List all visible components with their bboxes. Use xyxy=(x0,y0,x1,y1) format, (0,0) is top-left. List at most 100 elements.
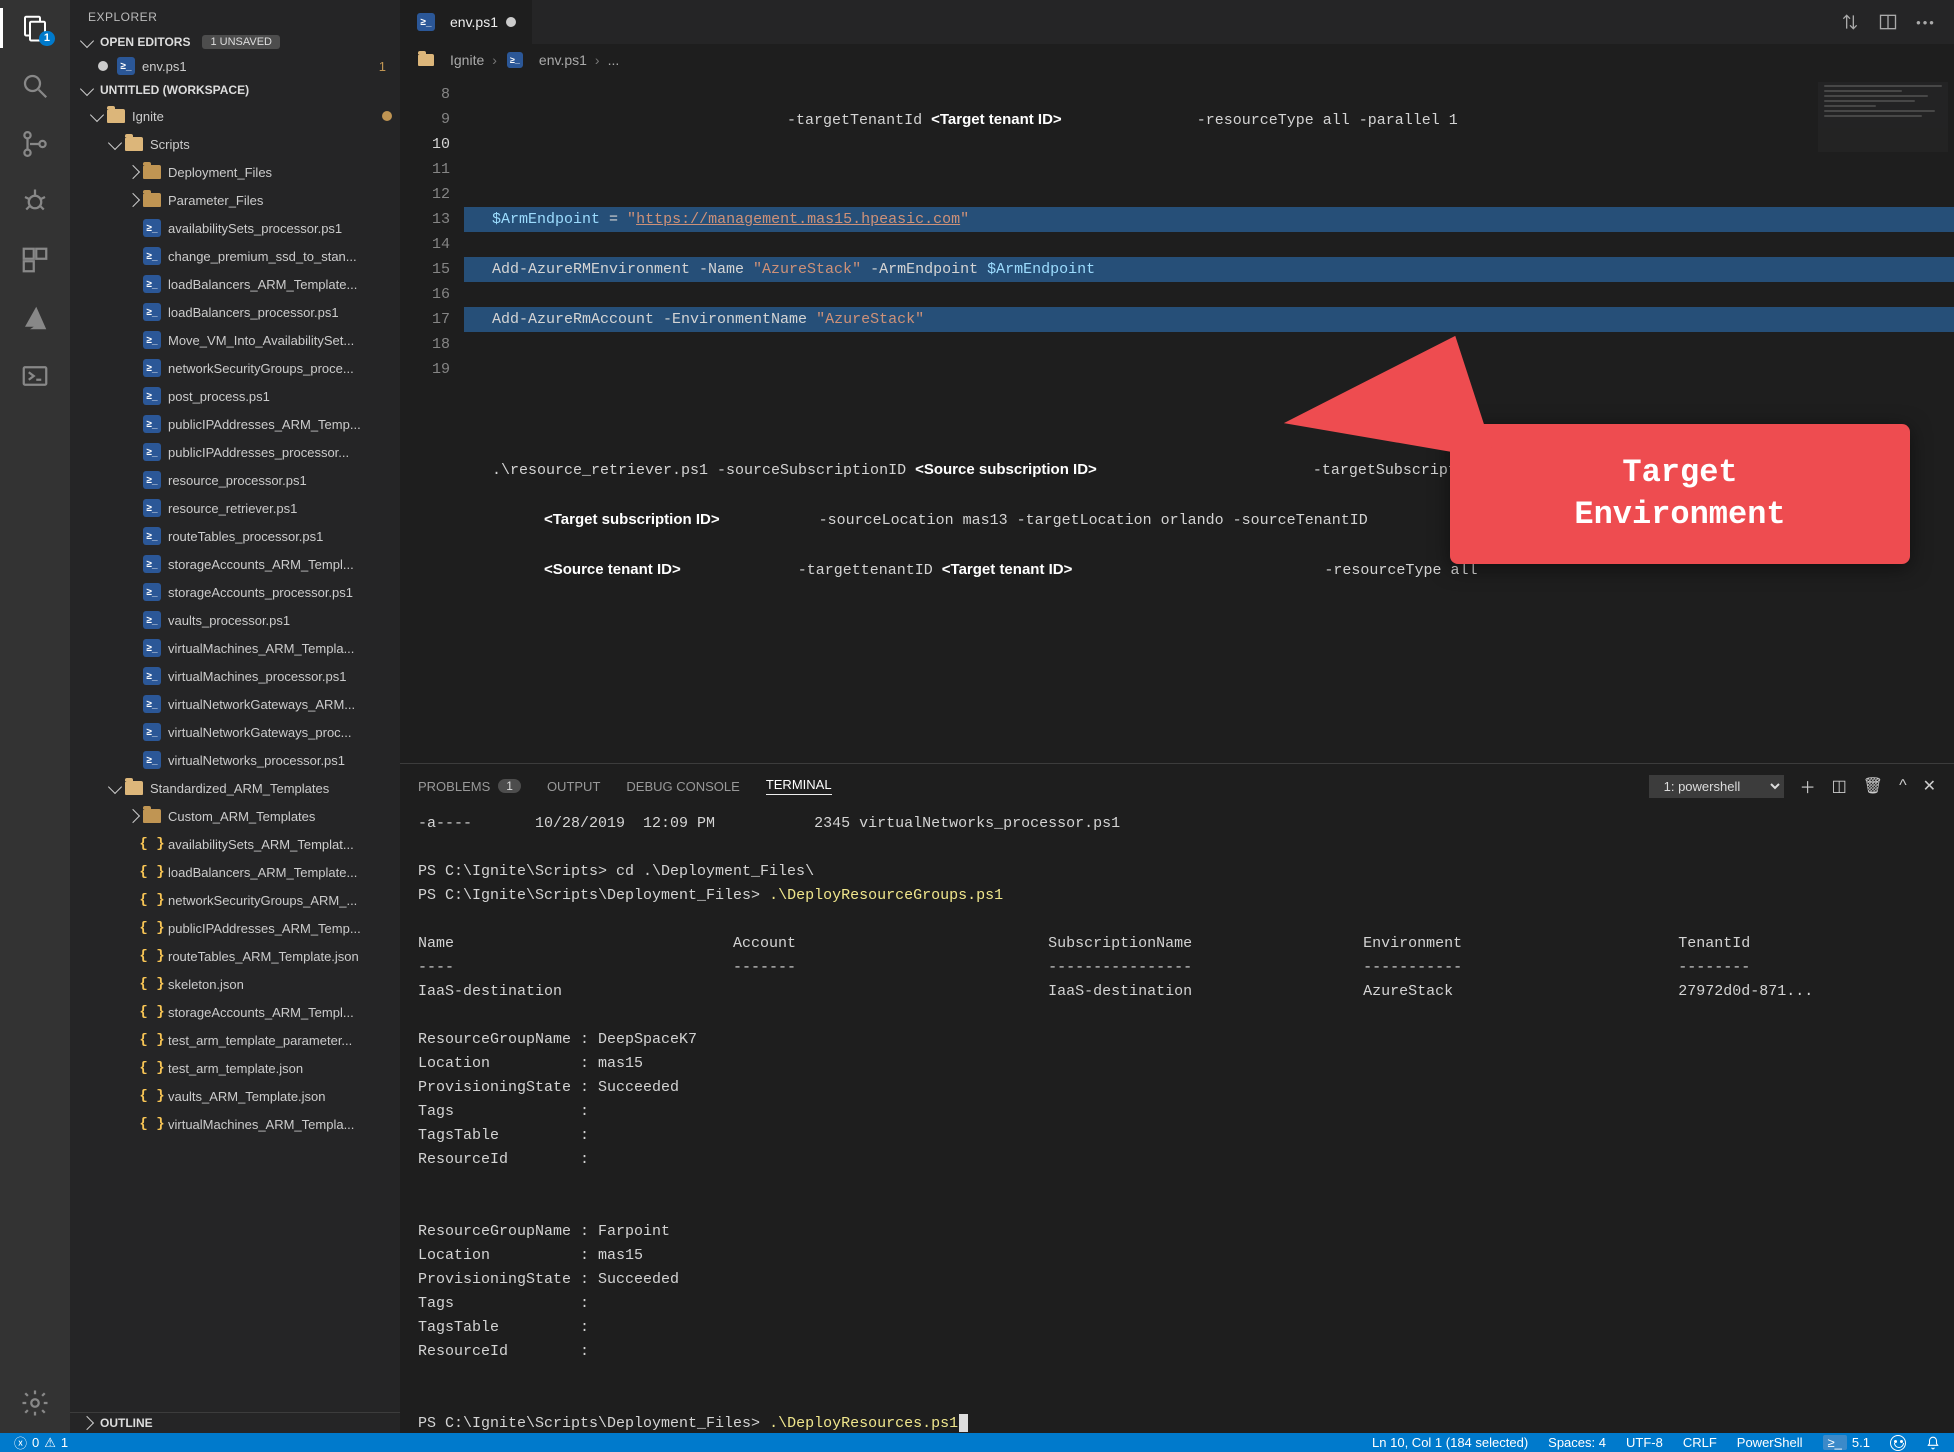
open-editors-header[interactable]: OPEN EDITORS 1 UNSAVED xyxy=(70,32,400,52)
bottom-panel: PROBLEMS1 OUTPUT DEBUG CONSOLE TERMINAL … xyxy=(400,763,1954,1433)
debug-icon[interactable] xyxy=(19,186,51,218)
close-panel-icon[interactable]: ✕ xyxy=(1923,776,1936,796)
file-item[interactable]: { }networkSecurityGroups_ARM_... xyxy=(70,886,400,914)
file-item[interactable]: ≥_virtualMachines_ARM_Templa... xyxy=(70,634,400,662)
minimap[interactable] xyxy=(1818,82,1948,152)
file-item[interactable]: ≥_change_premium_ssd_to_stan... xyxy=(70,242,400,270)
breadcrumb[interactable]: Ignite› ≥_ env.ps1›... xyxy=(400,44,1954,76)
file-item[interactable]: ≥_publicIPAddresses_ARM_Temp... xyxy=(70,410,400,438)
file-item[interactable]: ≥_virtualNetworkGateways_proc... xyxy=(70,718,400,746)
folder-custom-templates[interactable]: Custom_ARM_Templates xyxy=(70,802,400,830)
code-editor[interactable]: 8910111213141516171819 -targetTenantId <… xyxy=(400,76,1954,763)
split-terminal-icon[interactable]: ◫ xyxy=(1832,776,1847,796)
powershell-file-icon: ≥_ xyxy=(142,582,162,602)
folder-std-templates[interactable]: Standardized_ARM_Templates xyxy=(70,774,400,802)
json-file-icon: { } xyxy=(142,974,162,994)
file-item[interactable]: { }routeTables_ARM_Template.json xyxy=(70,942,400,970)
file-item[interactable]: ≥_post_process.ps1 xyxy=(70,382,400,410)
folder-deployment[interactable]: Deployment_Files xyxy=(70,158,400,186)
file-item[interactable]: { }storageAccounts_ARM_Templ... xyxy=(70,998,400,1026)
split-editor-icon[interactable] xyxy=(1878,12,1898,32)
file-item[interactable]: ≥_networkSecurityGroups_proce... xyxy=(70,354,400,382)
status-feedback-icon[interactable] xyxy=(1890,1435,1906,1451)
terminal-output[interactable]: -a---- 10/28/2019 12:09 PM 2345 virtualN… xyxy=(400,808,1954,1433)
status-encoding[interactable]: UTF-8 xyxy=(1626,1435,1663,1450)
file-item[interactable]: ≥_virtualNetworks_processor.ps1 xyxy=(70,746,400,774)
file-item[interactable]: { }virtualMachines_ARM_Templa... xyxy=(70,1110,400,1138)
powershell-file-icon: ≥_ xyxy=(142,246,162,266)
workspace-header[interactable]: UNTITLED (WORKSPACE) xyxy=(70,80,400,100)
azure-icon[interactable] xyxy=(19,302,51,334)
search-icon[interactable] xyxy=(19,70,51,102)
annotation-callout: Target Environment xyxy=(1450,424,1910,564)
file-item[interactable]: { }availabilitySets_ARM_Templat... xyxy=(70,830,400,858)
folder-icon xyxy=(142,190,162,210)
powershell-activity-icon[interactable] xyxy=(19,360,51,392)
file-item[interactable]: ≥_vaults_processor.ps1 xyxy=(70,606,400,634)
file-item[interactable]: { }test_arm_template.json xyxy=(70,1054,400,1082)
editor-tabbar: ≥_ env.ps1 ••• xyxy=(400,0,1954,44)
file-item[interactable]: ≥_storageAccounts_processor.ps1 xyxy=(70,578,400,606)
status-notifications-icon[interactable] xyxy=(1926,1436,1940,1450)
file-item[interactable]: { }vaults_ARM_Template.json xyxy=(70,1082,400,1110)
file-item[interactable]: ≥_loadBalancers_ARM_Template... xyxy=(70,270,400,298)
compare-changes-icon[interactable] xyxy=(1840,12,1860,32)
json-file-icon: { } xyxy=(142,862,162,882)
tab-terminal[interactable]: TERMINAL xyxy=(766,777,832,795)
file-item[interactable]: ≥_availabilitySets_processor.ps1 xyxy=(70,214,400,242)
more-actions-icon[interactable]: ••• xyxy=(1916,12,1936,32)
open-editor-item[interactable]: ≥_ env.ps1 1 xyxy=(70,52,400,80)
file-item[interactable]: ≥_publicIPAddresses_processor... xyxy=(70,438,400,466)
json-file-icon: { } xyxy=(142,1030,162,1050)
tab-debug-console[interactable]: DEBUG CONSOLE xyxy=(626,779,739,794)
file-item[interactable]: ≥_loadBalancers_processor.ps1 xyxy=(70,298,400,326)
folder-parameter[interactable]: Parameter_Files xyxy=(70,186,400,214)
status-eol[interactable]: CRLF xyxy=(1683,1435,1717,1450)
settings-gear-icon[interactable] xyxy=(19,1387,51,1419)
git-modified-dot-icon xyxy=(382,111,392,121)
folder-scripts[interactable]: Scripts xyxy=(70,130,400,158)
file-item[interactable]: ≥_resource_retriever.ps1 xyxy=(70,494,400,522)
file-item[interactable]: { }publicIPAddresses_ARM_Temp... xyxy=(70,914,400,942)
file-item[interactable]: ≥_virtualNetworkGateways_ARM... xyxy=(70,690,400,718)
file-item[interactable]: ≥_storageAccounts_ARM_Templ... xyxy=(70,550,400,578)
status-indent[interactable]: Spaces: 4 xyxy=(1548,1435,1606,1450)
terminal-selector[interactable]: 1: powershell xyxy=(1649,775,1784,798)
new-terminal-icon[interactable]: ＋ xyxy=(1800,774,1816,798)
file-item[interactable]: ≥_resource_processor.ps1 xyxy=(70,466,400,494)
file-item[interactable]: ≥_Move_VM_Into_AvailabilitySet... xyxy=(70,326,400,354)
kill-terminal-icon[interactable]: 🗑 xyxy=(1863,776,1883,796)
file-item[interactable]: { }test_arm_template_parameter... xyxy=(70,1026,400,1054)
tab-modified-dot-icon xyxy=(506,17,516,27)
outline-header[interactable]: OUTLINE xyxy=(70,1412,400,1433)
powershell-file-icon: ≥_ xyxy=(142,610,162,630)
status-language[interactable]: PowerShell xyxy=(1737,1435,1803,1450)
tab-problems[interactable]: PROBLEMS1 xyxy=(418,779,521,794)
tab-env-ps1[interactable]: ≥_ env.ps1 xyxy=(400,0,532,44)
powershell-file-icon: ≥_ xyxy=(142,498,162,518)
json-file-icon: { } xyxy=(142,1114,162,1134)
powershell-file-icon: ≥_ xyxy=(142,330,162,350)
status-extension[interactable]: ≥_5.1 xyxy=(1823,1435,1870,1450)
json-file-icon: { } xyxy=(142,1086,162,1106)
folder-ignite[interactable]: Ignite xyxy=(70,102,400,130)
status-errors[interactable]: ⓧ0⚠1 xyxy=(14,1433,68,1452)
source-control-icon[interactable] xyxy=(19,128,51,160)
powershell-file-icon: ≥_ xyxy=(142,638,162,658)
file-item[interactable]: ≥_virtualMachines_processor.ps1 xyxy=(70,662,400,690)
tab-output[interactable]: OUTPUT xyxy=(547,779,600,794)
powershell-file-icon: ≥_ xyxy=(142,694,162,714)
powershell-file-icon: ≥_ xyxy=(142,526,162,546)
explorer-badge: 1 xyxy=(39,31,55,46)
folder-icon xyxy=(106,106,126,126)
file-item[interactable]: { }loadBalancers_ARM_Template... xyxy=(70,858,400,886)
maximize-panel-icon[interactable]: ^ xyxy=(1899,777,1907,795)
powershell-file-icon: ≥_ xyxy=(142,470,162,490)
panel-tabs: PROBLEMS1 OUTPUT DEBUG CONSOLE TERMINAL … xyxy=(400,764,1954,808)
file-item[interactable]: { }skeleton.json xyxy=(70,970,400,998)
file-item[interactable]: ≥_routeTables_processor.ps1 xyxy=(70,522,400,550)
status-cursor-position[interactable]: Ln 10, Col 1 (184 selected) xyxy=(1372,1435,1528,1450)
explorer-icon[interactable]: 1 xyxy=(19,12,51,44)
powershell-file-icon: ≥_ xyxy=(142,386,162,406)
extensions-icon[interactable] xyxy=(19,244,51,276)
